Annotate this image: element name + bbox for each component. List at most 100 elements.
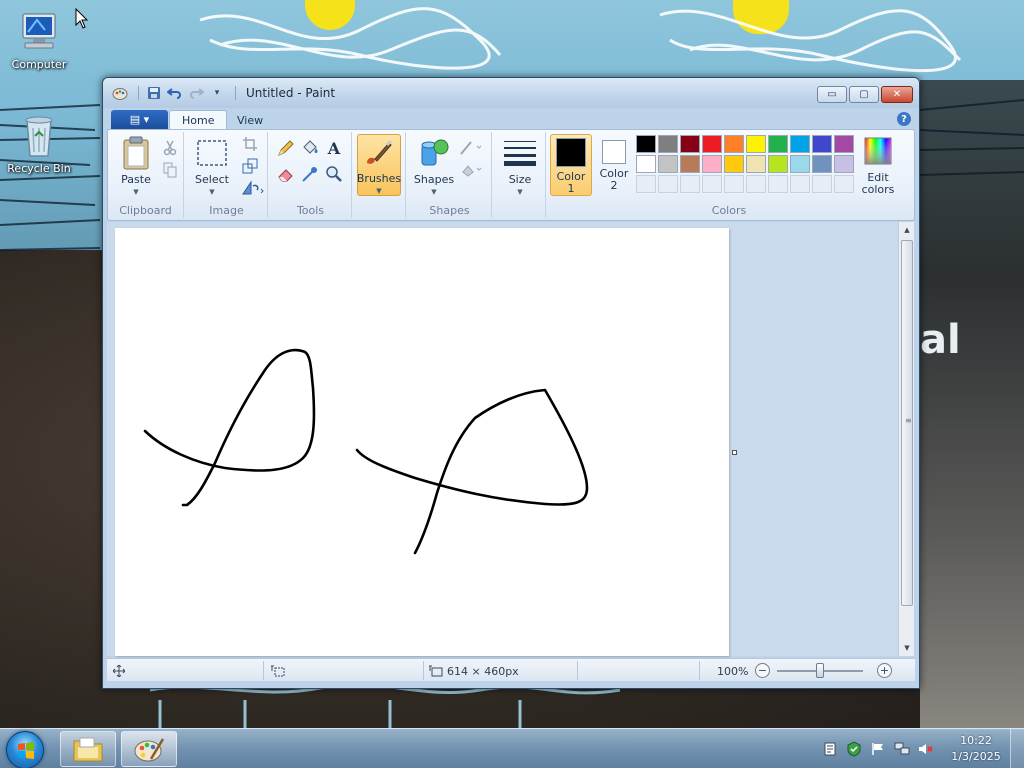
color2-button[interactable]: Color 2 [594, 137, 634, 197]
rotate-icon[interactable] [240, 178, 266, 198]
color-swatch[interactable] [768, 155, 788, 173]
group-image: Select ▼ Image [186, 132, 268, 218]
shapes-dropdown-icon: ▼ [431, 188, 437, 196]
color-swatch[interactable] [746, 135, 766, 153]
color1-button[interactable]: Color 1 [550, 134, 592, 196]
custom-color-slot[interactable] [702, 175, 722, 193]
select-button[interactable]: Select ▼ [192, 136, 232, 198]
color-swatch[interactable] [658, 155, 678, 173]
fill-bucket-icon[interactable] [300, 138, 320, 158]
color-swatch[interactable] [680, 135, 700, 153]
color-swatch[interactable] [680, 155, 700, 173]
help-label: ? [901, 113, 907, 125]
taskbar-paint-button[interactable] [121, 731, 177, 767]
taskbar-explorer-button[interactable] [60, 731, 116, 767]
cut-icon[interactable] [160, 138, 180, 158]
zoom-out-button[interactable]: − [755, 663, 770, 678]
outline-icon[interactable] [458, 138, 486, 158]
custom-color-slot[interactable] [746, 175, 766, 193]
paste-button[interactable]: Paste ▼ [116, 136, 156, 198]
color-swatch[interactable] [834, 135, 854, 153]
resize-icon[interactable] [240, 156, 260, 176]
pencil-icon[interactable] [276, 138, 296, 158]
custom-color-slot[interactable] [636, 175, 656, 193]
scrollbar-thumb[interactable]: ≡ [901, 240, 913, 606]
scroll-down-icon[interactable]: ▼ [899, 640, 915, 656]
color-swatch[interactable] [702, 135, 722, 153]
flag-icon[interactable] [870, 741, 886, 757]
color-picker-icon[interactable] [300, 164, 320, 184]
maximize-button[interactable]: ▢ [849, 86, 879, 103]
save-icon[interactable] [145, 84, 163, 102]
minimize-button[interactable]: ▭ [817, 86, 847, 103]
custom-color-slot[interactable] [768, 175, 788, 193]
drawing-canvas[interactable] [115, 228, 729, 656]
color-swatch[interactable] [812, 155, 832, 173]
clipboard-icon [119, 136, 153, 170]
help-icon[interactable]: ? [897, 112, 911, 126]
shapes-button[interactable]: Shapes ▼ [414, 136, 454, 198]
desktop-icon-computer[interactable]: Computer [2, 8, 76, 71]
close-button[interactable]: ✕ [881, 86, 913, 103]
custom-color-slot[interactable] [680, 175, 700, 193]
close-icon: ✕ [892, 89, 902, 100]
zoom-in-button[interactable]: + [877, 663, 892, 678]
custom-color-slot[interactable] [812, 175, 832, 193]
zoom-slider-thumb[interactable] [816, 663, 824, 678]
custom-color-slot[interactable] [724, 175, 744, 193]
action-center-icon[interactable] [846, 741, 862, 757]
brushes-dropdown-icon: ▼ [376, 187, 382, 195]
title-bar[interactable]: ▾ Untitled - Paint ▭ ▢ ✕ [103, 78, 919, 108]
shapes-label: Shapes [413, 173, 455, 186]
paste-label: Paste [121, 173, 151, 186]
redo-icon[interactable] [187, 84, 205, 102]
eraser-icon[interactable] [276, 164, 296, 184]
custom-color-slot[interactable] [658, 175, 678, 193]
copy-icon[interactable] [160, 160, 180, 180]
color-swatch[interactable] [768, 135, 788, 153]
color-swatch[interactable] [790, 135, 810, 153]
group-size: Size ▼ [494, 132, 546, 218]
status-separator [699, 661, 700, 680]
paint-window: ▾ Untitled - Paint ▭ ▢ ✕ ▤ ▾ Home View ? [102, 77, 920, 689]
text-tool-icon[interactable]: A [324, 138, 344, 158]
color-swatch[interactable] [702, 155, 722, 173]
color-swatch[interactable] [658, 135, 678, 153]
color-swatch[interactable] [746, 155, 766, 173]
brushes-button[interactable]: Brushes ▼ [357, 134, 401, 196]
magnifier-icon[interactable] [324, 164, 344, 184]
tab-home-label: Home [182, 114, 215, 127]
system-clock[interactable]: 10:22 1/3/2025 [936, 733, 1016, 765]
custom-color-slot[interactable] [790, 175, 810, 193]
show-desktop-button[interactable] [1010, 729, 1024, 768]
color1-label: Color 1 [556, 170, 586, 195]
desktop-icon-recycle-bin[interactable]: Recycle Bin [2, 112, 76, 175]
color-swatch[interactable] [724, 155, 744, 173]
undo-icon[interactable] [166, 84, 184, 102]
scroll-up-icon[interactable]: ▲ [899, 222, 915, 238]
color-swatch[interactable] [834, 155, 854, 173]
vertical-scrollbar[interactable]: ▲ ≡ ▼ [898, 222, 914, 656]
color-swatch[interactable] [790, 155, 810, 173]
tab-view[interactable]: View [225, 110, 275, 130]
tray-notes-icon[interactable] [822, 741, 838, 757]
network-icon[interactable] [894, 741, 910, 757]
volume-muted-icon[interactable] [918, 741, 934, 757]
crop-icon[interactable] [240, 134, 260, 154]
paint-app-icon[interactable] [111, 84, 129, 102]
size-button[interactable]: Size ▼ [500, 136, 540, 198]
color-swatch[interactable] [636, 155, 656, 173]
canvas-resize-handle-right[interactable] [732, 450, 737, 455]
paint-menu-button[interactable]: ▤ ▾ [111, 110, 168, 129]
color-swatch[interactable] [812, 135, 832, 153]
edit-colors-button[interactable]: Edit colors [856, 136, 900, 196]
custom-color-slot[interactable] [834, 175, 854, 193]
start-button[interactable] [6, 731, 44, 768]
tab-view-label: View [237, 113, 264, 127]
tab-home[interactable]: Home [169, 110, 228, 130]
qat-customize-icon[interactable]: ▾ [208, 84, 226, 102]
color-swatch[interactable] [636, 135, 656, 153]
fill-icon[interactable] [458, 160, 486, 180]
color-swatch[interactable] [724, 135, 744, 153]
selection-size-icon [271, 663, 285, 679]
